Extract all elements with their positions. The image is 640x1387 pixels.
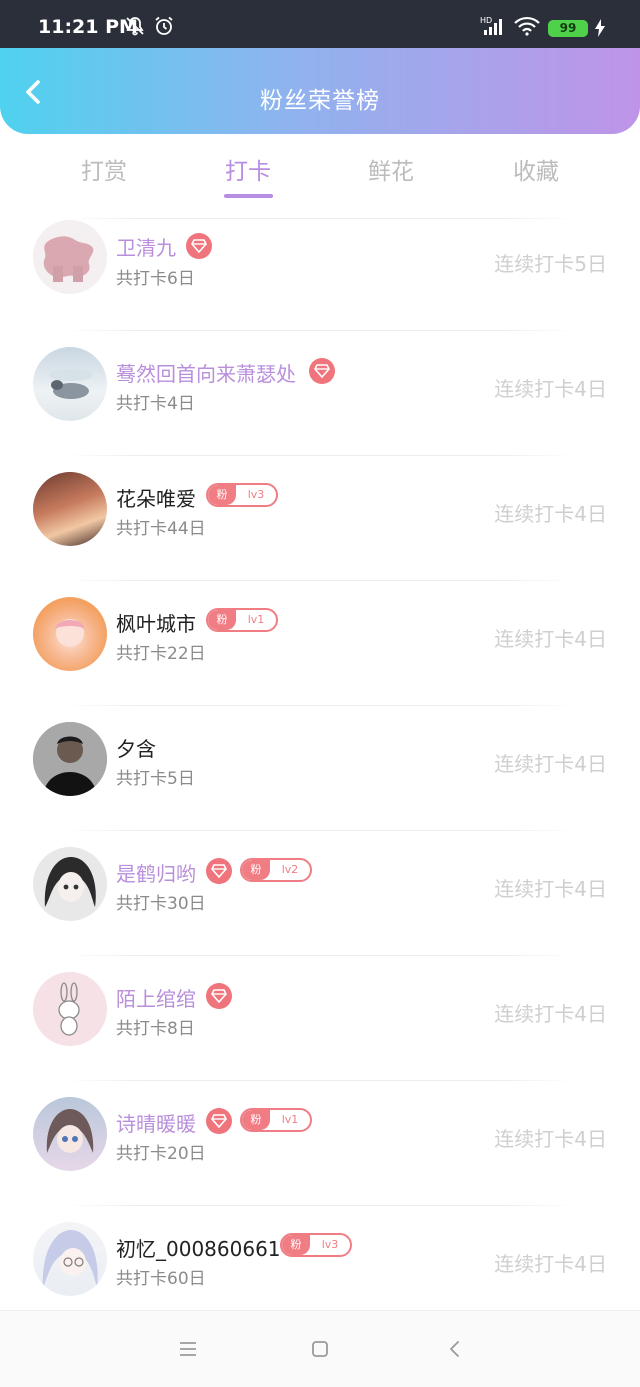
fan-level-badge: 粉 lv3 <box>206 483 278 507</box>
status-time: 11:21 PM <box>38 16 138 38</box>
list-item[interactable]: 枫叶城市 粉 lv1 共打卡22日 连续打卡4日 <box>0 580 640 704</box>
total-checkins: 共打卡60日 <box>116 1269 206 1289</box>
streak-days: 连续打卡4日 <box>494 377 607 401</box>
streak-days: 连续打卡4日 <box>494 627 607 651</box>
fan-name: 卫清九 <box>116 236 176 260</box>
system-navigation-bar <box>0 1310 640 1387</box>
charging-icon <box>595 19 605 37</box>
total-checkins: 共打卡4日 <box>116 394 195 414</box>
tab-reward[interactable]: 打赏 <box>44 152 164 186</box>
tab-checkin[interactable]: 打卡 <box>188 152 308 186</box>
total-checkins: 共打卡44日 <box>116 519 206 539</box>
active-tab-indicator <box>224 194 273 198</box>
fan-name: 诗晴暖暖 <box>116 1112 196 1136</box>
tab-bar: 打赏 打卡 鲜花 收藏 <box>0 134 640 206</box>
total-checkins: 共打卡6日 <box>116 269 195 289</box>
diamond-icon <box>186 233 212 259</box>
mute-bell-icon <box>126 17 144 36</box>
avatar[interactable] <box>33 847 107 921</box>
avatar[interactable] <box>33 722 107 796</box>
diamond-icon <box>206 1108 232 1134</box>
avatar[interactable] <box>33 597 107 671</box>
diamond-icon <box>206 858 232 884</box>
total-checkins: 共打卡20日 <box>116 1144 206 1164</box>
page-title: 粉丝荣誉榜 <box>260 88 380 114</box>
total-checkins: 共打卡22日 <box>116 644 206 664</box>
streak-days: 连续打卡4日 <box>494 1002 607 1026</box>
list-item[interactable]: 是鹤归哟 粉 lv2 共打卡30日 连续打卡4日 <box>0 830 640 954</box>
fan-name: 蓦然回首向来萧瑟处 <box>116 362 296 386</box>
battery-icon: 99 <box>548 20 588 37</box>
fan-level-badge: 粉 lv2 <box>240 858 312 882</box>
status-bar: 11:21 PM HD 99 <box>0 0 640 48</box>
list-item[interactable]: 花朵唯爱 粉 lv3 共打卡44日 连续打卡4日 <box>0 455 640 579</box>
list-item[interactable]: 卫清九 共打卡6日 连续打卡5日 <box>0 218 640 342</box>
badge-fan-label: 粉 <box>208 485 236 505</box>
list-item[interactable]: 陌上绾绾 共打卡8日 连续打卡4日 <box>0 955 640 1079</box>
fan-name: 初忆_000860661 <box>116 1237 281 1261</box>
header-bar: 粉丝荣誉榜 <box>0 48 640 134</box>
fan-name: 枫叶城市 <box>116 612 196 636</box>
list-item[interactable]: 诗晴暖暖 粉 lv1 共打卡20日 连续打卡4日 <box>0 1080 640 1204</box>
badge-level: lv3 <box>321 1238 339 1251</box>
fan-name: 是鹤归哟 <box>116 862 196 886</box>
badge-fan-label: 粉 <box>208 610 236 630</box>
back-triangle-icon[interactable] <box>444 1338 466 1360</box>
streak-days: 连续打卡4日 <box>494 502 607 526</box>
svg-text:HD: HD <box>480 16 492 25</box>
badge-level: lv3 <box>247 488 265 501</box>
streak-days: 连续打卡4日 <box>494 1252 607 1276</box>
fan-level-badge: 粉 lv1 <box>206 608 278 632</box>
fan-level-badge: 粉 lv3 <box>280 1233 352 1257</box>
avatar[interactable] <box>33 1222 107 1296</box>
home-square-icon[interactable] <box>309 1338 331 1360</box>
row-divider <box>66 955 574 956</box>
streak-days: 连续打卡4日 <box>494 1127 607 1151</box>
total-checkins: 共打卡30日 <box>116 894 206 914</box>
row-divider <box>66 330 574 331</box>
list-item[interactable]: 蓦然回首向来萧瑟处 共打卡4日 连续打卡4日 <box>0 330 640 454</box>
fan-name: 陌上绾绾 <box>116 987 196 1011</box>
row-divider <box>66 1080 574 1081</box>
badge-fan-label: 粉 <box>242 1110 270 1130</box>
avatar[interactable] <box>33 1097 107 1171</box>
row-divider <box>66 1205 574 1206</box>
row-divider <box>66 455 574 456</box>
diamond-icon <box>206 983 232 1009</box>
row-divider <box>66 830 574 831</box>
alarm-icon <box>155 16 173 35</box>
avatar[interactable] <box>33 972 107 1046</box>
row-divider <box>66 705 574 706</box>
row-divider <box>66 218 574 219</box>
badge-level: lv2 <box>281 863 299 876</box>
total-checkins: 共打卡8日 <box>116 1019 195 1039</box>
streak-days: 连续打卡4日 <box>494 752 607 776</box>
signal-icon: HD <box>480 16 502 35</box>
tab-favorites[interactable]: 收藏 <box>476 152 596 186</box>
badge-fan-label: 粉 <box>282 1235 310 1255</box>
avatar[interactable] <box>33 472 107 546</box>
tab-flowers[interactable]: 鲜花 <box>331 152 451 186</box>
diamond-icon <box>309 358 335 384</box>
streak-days: 连续打卡5日 <box>494 252 607 276</box>
wifi-icon <box>514 16 540 36</box>
row-divider <box>66 580 574 581</box>
badge-fan-label: 粉 <box>242 860 270 880</box>
fan-name: 花朵唯爱 <box>116 487 196 511</box>
streak-days: 连续打卡4日 <box>494 877 607 901</box>
badge-level: lv1 <box>247 613 265 626</box>
avatar[interactable] <box>33 347 107 421</box>
fan-level-badge: 粉 lv1 <box>240 1108 312 1132</box>
list-item[interactable]: 夕含 共打卡5日 连续打卡4日 <box>0 705 640 829</box>
fan-name: 夕含 <box>116 737 156 761</box>
menu-icon[interactable] <box>177 1338 199 1360</box>
badge-level: lv1 <box>281 1113 299 1126</box>
total-checkins: 共打卡5日 <box>116 769 195 789</box>
avatar[interactable] <box>33 220 107 294</box>
